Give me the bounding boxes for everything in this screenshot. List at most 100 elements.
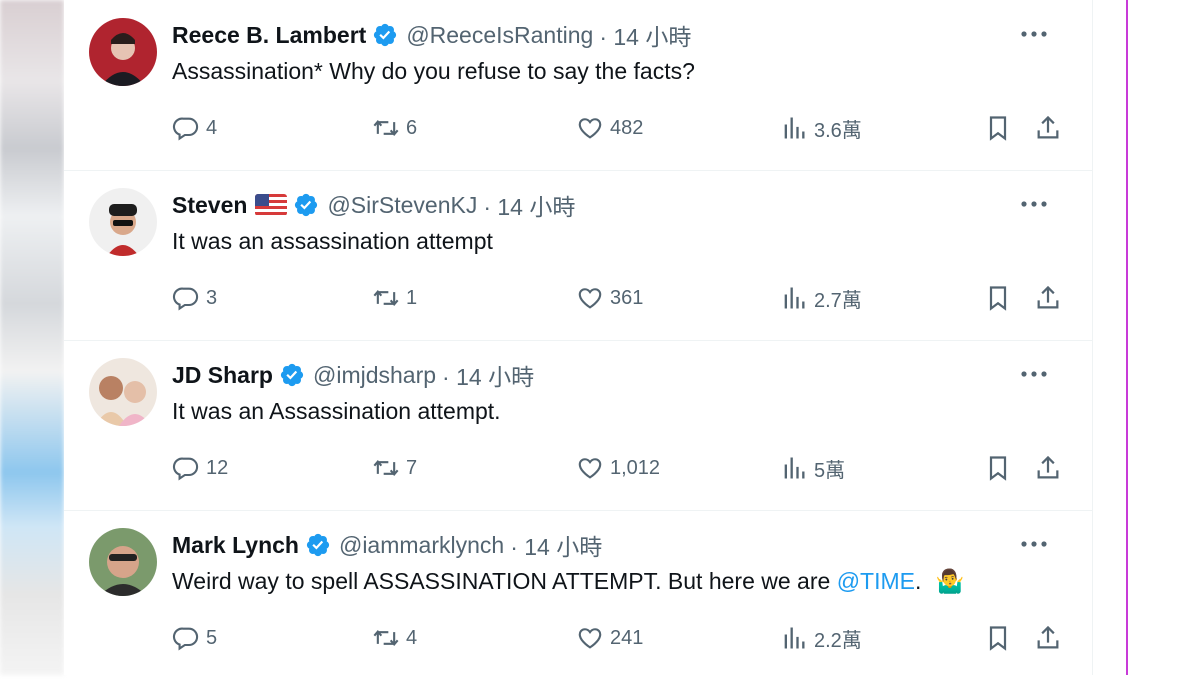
verified-badge-icon [293,192,319,218]
views-icon [784,457,805,479]
share-button[interactable] [1034,113,1062,143]
handle[interactable]: @iammarklynch [339,532,504,559]
views-icon [784,287,805,309]
avatar[interactable] [89,18,157,86]
like-count: 1,012 [610,456,661,479]
reply-feed: Reece B. Lambert @ReeceIsRanting · 14 小時… [64,0,1093,675]
retweet-button[interactable]: 4 [372,623,417,653]
handle[interactable]: @ReeceIsRanting [406,22,593,49]
view-count: 3.6萬 [814,119,862,142]
tweet-text-body: Weird way to spell ASSASSINATION ATTEMPT… [172,568,837,594]
retweet-button[interactable]: 1 [372,283,417,313]
reply-icon [172,117,199,141]
reply-icon [172,457,199,481]
avatar[interactable] [89,358,157,426]
like-count: 241 [610,626,644,649]
more-icon[interactable] [1020,20,1048,48]
reply-button[interactable]: 5 [172,623,217,653]
retweet-icon [373,289,399,307]
retweet-count: 1 [406,286,418,309]
tweet[interactable]: Reece B. Lambert @ReeceIsRanting · 14 小時… [64,0,1092,171]
share-icon [1037,115,1059,139]
like-button[interactable]: 361 [576,283,643,313]
like-icon [578,118,602,139]
bookmark-icon [989,456,1007,481]
us-flag-icon [255,194,288,216]
like-count: 361 [610,286,644,309]
verified-badge-icon [279,362,305,388]
retweet-count: 7 [406,456,418,479]
timestamp[interactable]: · 14 小時 [599,18,691,52]
retweet-button[interactable]: 7 [372,453,417,483]
bookmark-button[interactable] [984,113,1012,143]
timestamp[interactable]: · 14 小時 [442,358,534,392]
avatar[interactable] [89,188,157,256]
verified-badge-icon [305,532,331,558]
more-icon[interactable] [1020,530,1048,558]
shrug-emoji: 🤷‍♂️ [935,568,965,594]
share-button[interactable] [1034,623,1062,653]
share-icon [1037,625,1059,649]
handle[interactable]: @SirStevenKJ [327,192,477,219]
bookmark-button[interactable] [984,623,1012,653]
like-button[interactable]: 1,012 [576,453,660,483]
reply-button[interactable]: 12 [172,453,228,483]
tweet-text: It was an Assassination attempt. [172,398,501,424]
view-count: 5萬 [814,459,846,482]
share-button[interactable] [1034,453,1062,483]
tweet[interactable]: Mark Lynch @iammarklynch · 14 小時 Weird w… [64,510,1092,680]
display-name[interactable]: JD Sharp [172,362,273,389]
retweet-button[interactable]: 6 [372,113,417,143]
like-button[interactable]: 482 [576,113,643,143]
like-icon [578,628,602,649]
retweet-icon [373,459,399,477]
view-count: 2.7萬 [814,289,862,312]
action-bar: 4 6 482 3.6萬 [172,113,1062,143]
share-icon [1037,285,1059,309]
tweet-text-end: . [914,568,922,594]
reply-count: 12 [206,456,229,479]
views-button[interactable]: 3.6萬 [780,113,862,143]
share-icon [1037,455,1059,479]
right-border-line [1126,0,1128,675]
like-icon [578,458,602,479]
tweet-text: Weird way to spell ASSASSINATION ATTEMPT… [172,568,964,595]
reply-count: 5 [206,626,218,649]
retweet-count: 4 [406,626,418,649]
avatar[interactable] [89,528,157,596]
reply-button[interactable]: 3 [172,283,217,313]
reply-count: 3 [206,286,218,309]
mention-link[interactable]: @TIME [837,568,915,594]
views-button[interactable]: 2.2萬 [780,623,862,653]
bookmark-icon [989,286,1007,311]
more-icon[interactable] [1020,360,1048,388]
bookmark-icon [989,626,1007,651]
display-name[interactable]: Steven [172,192,247,219]
view-count: 2.2萬 [814,629,862,652]
views-button[interactable]: 2.7萬 [780,283,862,313]
retweet-icon [373,629,399,647]
tweet[interactable]: JD Sharp @imjdsharp · 14 小時 It was an As… [64,340,1092,511]
display-name[interactable]: Reece B. Lambert [172,22,366,49]
like-icon [578,288,602,309]
retweet-count: 6 [406,116,418,139]
views-button[interactable]: 5萬 [780,453,845,483]
display-name[interactable]: Mark Lynch [172,532,299,559]
timestamp[interactable]: · 14 小時 [483,188,575,222]
blurred-background-left [0,0,64,675]
tweet-text: It was an assassination attempt [172,228,493,254]
timestamp[interactable]: · 14 小時 [510,528,602,562]
verified-badge-icon [372,22,398,48]
share-button[interactable] [1034,283,1062,313]
bookmark-button[interactable] [984,283,1012,313]
reply-icon [172,627,199,651]
tweet[interactable]: Steven @SirStevenKJ · 14 小時 It was an as… [64,170,1092,341]
views-icon [784,627,805,649]
retweet-icon [373,119,399,137]
bookmark-button[interactable] [984,453,1012,483]
action-bar: 5 4 241 2.2萬 [172,623,1062,653]
more-icon[interactable] [1020,190,1048,218]
handle[interactable]: @imjdsharp [313,362,436,389]
like-button[interactable]: 241 [576,623,643,653]
reply-button[interactable]: 4 [172,113,217,143]
